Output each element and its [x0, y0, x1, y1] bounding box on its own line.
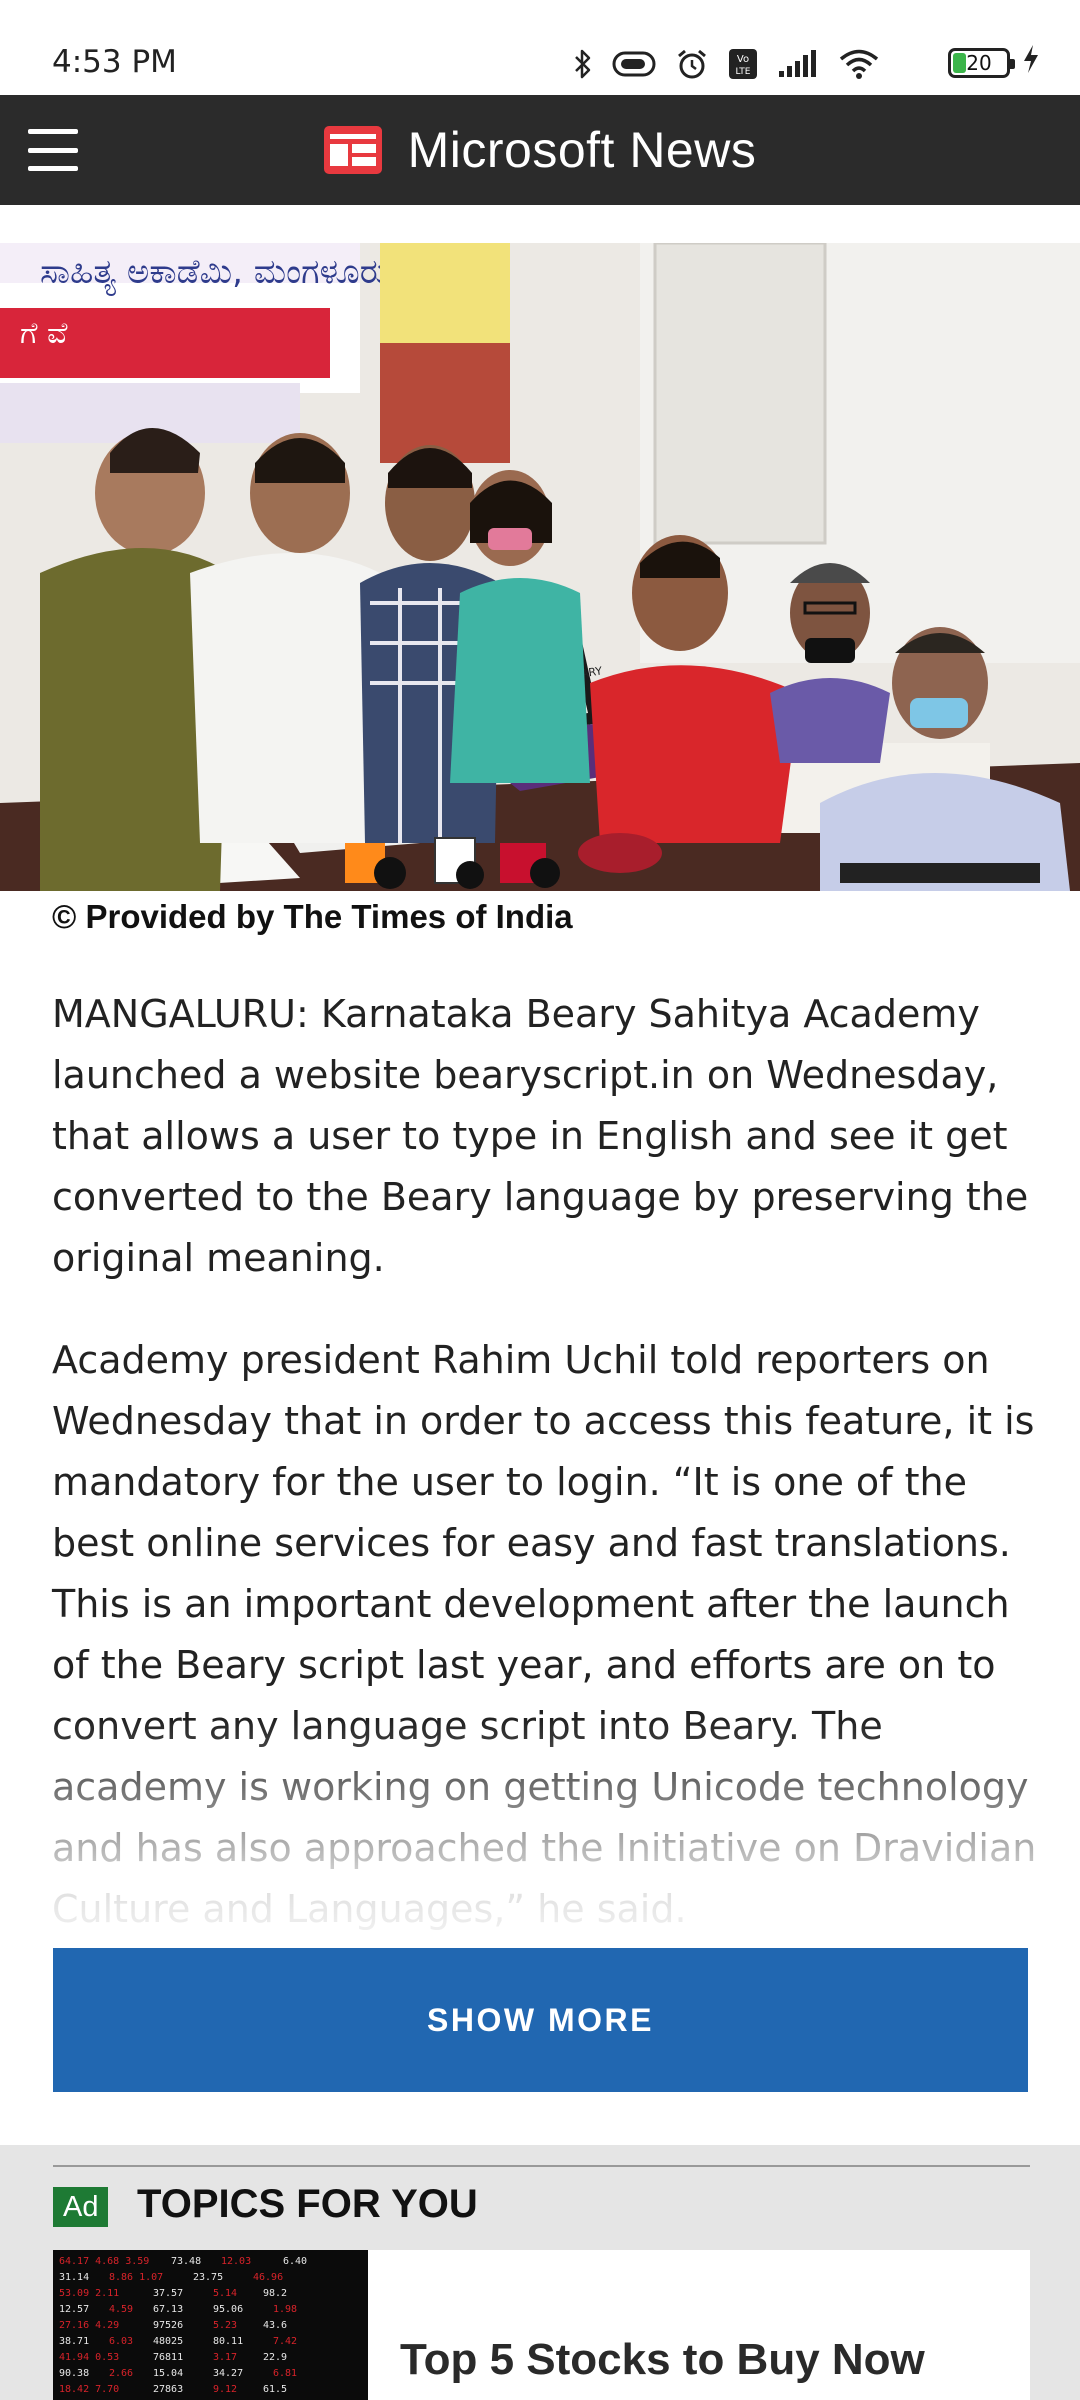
- svg-text:27.16 4.29: 27.16 4.29: [59, 2320, 119, 2331]
- charging-icon: [1022, 44, 1040, 81]
- svg-text:95.06: 95.06: [213, 2304, 243, 2315]
- battery-icon: 20: [948, 48, 1015, 78]
- svg-text:34.27: 34.27: [213, 2368, 243, 2379]
- svg-text:31.14: 31.14: [59, 2272, 89, 2283]
- svg-text:3.17: 3.17: [213, 2352, 237, 2363]
- article-paragraph: MANGALURU: Karnataka Beary Sahitya Acade…: [52, 992, 1029, 1280]
- brand: Microsoft News: [0, 95, 1080, 205]
- svg-text:80.11: 80.11: [213, 2336, 243, 2347]
- svg-text:6.81: 6.81: [273, 2368, 297, 2379]
- svg-text:37.57: 37.57: [153, 2288, 183, 2299]
- wifi-icon: [838, 46, 880, 82]
- alarm-icon: [676, 46, 708, 82]
- status-icons: Vo LTE: [574, 44, 880, 84]
- article-hero-image[interactable]: ಸಾಹಿತ್ಯ ಅಕಾಡೆಮಿ, ಮಂಗಳೂರು ಗೆ ವೆ LEARN AND…: [0, 243, 1080, 891]
- svg-text:Vo: Vo: [737, 54, 749, 65]
- svg-text:6.40: 6.40: [283, 2256, 307, 2267]
- sponsored-card[interactable]: 64.17 4.68 3.59 73.48 12.03 6.40 31.14 8…: [53, 2250, 1030, 2400]
- svg-text:1.98: 1.98: [273, 2304, 297, 2315]
- svg-text:76811: 76811: [153, 2352, 183, 2363]
- svg-text:7.42: 7.42: [273, 2336, 297, 2347]
- toggle-icon: [612, 46, 656, 82]
- svg-text:67.13: 67.13: [153, 2304, 183, 2315]
- svg-text:61.5: 61.5: [263, 2384, 287, 2395]
- svg-text:23.75: 23.75: [193, 2272, 223, 2283]
- divider: [53, 2165, 1030, 2167]
- svg-text:LTE: LTE: [736, 67, 751, 77]
- svg-text:43.6: 43.6: [263, 2320, 287, 2331]
- sponsored-card-title: Top 5 Stocks to Buy Now: [400, 2335, 925, 2384]
- svg-text:48025: 48025: [153, 2336, 183, 2347]
- article-body: MANGALURU: Karnataka Beary Sahitya Acade…: [52, 984, 1042, 1981]
- svg-text:12.03: 12.03: [221, 2256, 251, 2267]
- svg-text:18.42 7.70: 18.42 7.70: [59, 2384, 119, 2395]
- status-time: 4:53 PM: [52, 44, 177, 80]
- svg-text:46.96: 46.96: [253, 2272, 283, 2283]
- svg-text:ಗೆ ವೆ: ಗೆ ವೆ: [20, 316, 68, 351]
- topics-section: Ad TOPICS FOR YOU 64.17 4.68 3.59 73.48 …: [0, 2145, 1080, 2400]
- svg-text:73.48: 73.48: [171, 2256, 201, 2267]
- status-bar: 4:53 PM Vo LTE 20: [0, 0, 1080, 95]
- svg-text:ಸಾಹಿತ್ಯ ಅಕಾಡೆಮಿ, ಮಂಗಳೂರು: ಸಾಹಿತ್ಯ ಅಕಾಡೆಮಿ, ಮಂಗಳೂರು: [40, 252, 389, 296]
- microsoft-news-logo-icon: [323, 126, 382, 174]
- bluetooth-icon: [574, 46, 592, 82]
- svg-text:15.04: 15.04: [153, 2368, 183, 2379]
- svg-text:5.23: 5.23: [213, 2320, 237, 2331]
- battery-level: 20: [966, 51, 992, 75]
- svg-text:6.03: 6.03: [109, 2336, 133, 2347]
- svg-text:64.17 4.68 3.59: 64.17 4.68 3.59: [59, 2256, 149, 2267]
- svg-text:8.86 1.07: 8.86 1.07: [109, 2272, 163, 2283]
- svg-text:53.09 2.11: 53.09 2.11: [59, 2288, 119, 2299]
- svg-text:90.38: 90.38: [59, 2368, 89, 2379]
- article-paragraph: Academy president Rahim Uchil told repor…: [52, 1338, 1037, 1931]
- svg-text:5.14: 5.14: [213, 2288, 237, 2299]
- svg-text:27863: 27863: [153, 2384, 183, 2395]
- stock-ticker-image: 64.17 4.68 3.59 73.48 12.03 6.40 31.14 8…: [53, 2250, 368, 2400]
- svg-text:38.71: 38.71: [59, 2336, 89, 2347]
- svg-text:22.9: 22.9: [263, 2352, 287, 2363]
- show-more-button[interactable]: SHOW MORE: [53, 1948, 1028, 2092]
- svg-text:4.59: 4.59: [109, 2304, 133, 2315]
- svg-text:12.57: 12.57: [59, 2304, 89, 2315]
- image-credit: © Provided by The Times of India: [52, 898, 573, 935]
- hero-photo: ಸಾಹಿತ್ಯ ಅಕಾಡೆಮಿ, ಮಂಗಳೂರು ಗೆ ವೆ LEARN AND…: [0, 243, 1080, 891]
- app-bar: Microsoft News: [0, 95, 1080, 205]
- ad-badge: Ad: [53, 2187, 109, 2227]
- svg-text:41.94 0.53: 41.94 0.53: [59, 2352, 119, 2363]
- svg-text:9.12: 9.12: [213, 2384, 237, 2395]
- svg-text:97526: 97526: [153, 2320, 183, 2331]
- volte-icon: Vo LTE: [728, 46, 758, 82]
- svg-text:98.2: 98.2: [263, 2288, 287, 2299]
- signal-icon: [778, 46, 818, 82]
- svg-text:2.66: 2.66: [109, 2368, 133, 2379]
- topics-heading: TOPICS FOR YOU: [137, 2182, 478, 2226]
- app-title: Microsoft News: [407, 122, 757, 178]
